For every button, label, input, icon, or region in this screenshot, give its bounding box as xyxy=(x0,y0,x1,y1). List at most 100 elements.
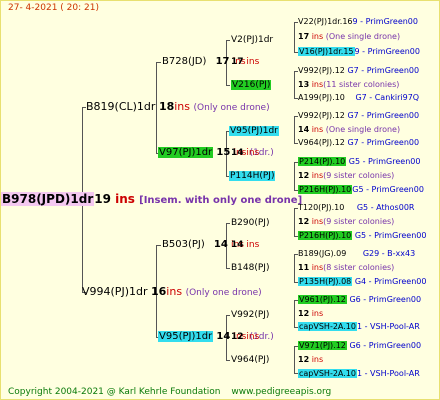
gen3-e-ins-count: 14 xyxy=(231,240,244,250)
gen4-row-7[interactable]: V992(PJ).12 G7 - PrimGreen00 xyxy=(298,110,419,122)
dam-name[interactable]: B819(CL)1dr xyxy=(86,100,155,113)
connector xyxy=(226,223,230,224)
gen4-row-15[interactable]: P216H(PJ).10 G5 - PrimGreen00 xyxy=(298,230,426,242)
footer-copyright: Copyright 2004-2021 @ Karl Kehrle Founda… xyxy=(8,387,221,397)
gen4-r21-info: 1 - VSH-Pool-AR xyxy=(356,322,420,331)
gen4-row-1[interactable]: V22(PJ)1dr.169 - PrimGreen00 xyxy=(298,16,418,28)
gen4-r4-info: G7 - PrimGreen00 xyxy=(347,66,420,75)
gen4-r6-info: G7 - Cankiri97Q xyxy=(355,93,420,102)
sire-name[interactable]: V994(PJ)1dr xyxy=(82,285,147,298)
gen4-row-16[interactable]: B189(JG).09 G29 - B-xx43 xyxy=(298,248,415,260)
gen4-row-6[interactable]: A199(PJ).10 G7 - Cankiri97Q xyxy=(298,92,419,104)
gen3-queen-h[interactable]: V964(PJ) xyxy=(231,354,269,366)
gen4-row-3[interactable]: V16(PJ)1dr.159 - PrimGreen00 xyxy=(298,46,420,58)
gen4-r11-count: 12 xyxy=(298,171,310,180)
gen3-queen-g[interactable]: V992(PJ) xyxy=(231,309,269,321)
footer-site-link[interactable]: www.pedigreeapis.org xyxy=(231,387,331,397)
gen4-row-23: 12 ins xyxy=(298,354,323,366)
connector xyxy=(156,245,161,246)
gen4-r1-info: 9 - PrimGreen00 xyxy=(352,17,418,26)
gen4-r16-info: G29 - B-xx43 xyxy=(362,249,416,258)
dam-ins-label: ins xyxy=(174,100,191,113)
gen3-queen-c[interactable]: V95(PJ)1dr xyxy=(229,125,279,137)
gen4-row-24[interactable]: capVSH-2A.101 - VSH-Pool-AR xyxy=(298,368,420,380)
connector xyxy=(226,268,230,269)
sire-queen[interactable]: V994(PJ)1dr 16ins (Only one drone) xyxy=(82,286,262,299)
sire-ins-label: ins xyxy=(166,285,183,298)
gen3-g-ins-count: 12 xyxy=(231,332,244,342)
gen4-r2-ins: ins xyxy=(311,32,324,41)
gen3-queen-b[interactable]: V216(PJ) xyxy=(231,79,272,91)
footer: Copyright 2004-2021 @ Karl Kehrle Founda… xyxy=(8,386,331,398)
date-header: 27- 4-2021 ( 20: 21) xyxy=(8,3,99,13)
gen4-r21-name[interactable]: capVSH-2A.10 xyxy=(298,322,357,331)
gen2-c-ins-count: 14 xyxy=(213,239,228,250)
gen4-row-12[interactable]: P216H(PJ).10G5 - PrimGreen00 xyxy=(298,184,424,196)
gen3-queen-f[interactable]: B148(PJ) xyxy=(231,262,269,274)
sire-ins-count: 16 xyxy=(150,285,167,298)
gen4-r24-name[interactable]: capVSH-2A.10 xyxy=(298,369,357,378)
gen4-row-14: 12 ins(9 sister colonies) xyxy=(298,216,394,228)
gen2-a-name[interactable]: B728(JD) xyxy=(162,56,206,67)
gen4-row-19[interactable]: V961(PJ).12 G6 - PrimGreen00 xyxy=(298,294,421,306)
gen4-r3-name[interactable]: V16(PJ)1dr.15 xyxy=(298,47,355,56)
gen4-r17-ins: ins xyxy=(311,263,324,272)
gen4-r16-name[interactable]: B189(JG).09 xyxy=(298,249,346,258)
gen4-row-5: 13 ins(11 sister colonies) xyxy=(298,79,399,91)
gen4-r5-ins: ins xyxy=(311,80,324,89)
subject-queen[interactable]: B978(JPD)1dr19 ins [Insem. with only one… xyxy=(1,192,302,208)
gen3-e-ins-label: ins xyxy=(246,240,260,250)
gen4-row-13[interactable]: T120(PJ).10 G5 - Athos00R xyxy=(298,202,414,214)
connector xyxy=(226,85,230,86)
gen2-b-name[interactable]: V97(PJ)1dr xyxy=(158,147,214,158)
gen3-queen-d[interactable]: P114H(PJ) xyxy=(229,170,276,182)
gen4-row-10[interactable]: P214(PJ).10 G5 - PrimGreen00 xyxy=(298,156,420,168)
gen4-row-21[interactable]: capVSH-2A.101 - VSH-Pool-AR xyxy=(298,321,420,333)
gen3-g-ins: 12 ins xyxy=(231,331,259,343)
gen4-r15-info: G5 - PrimGreen00 xyxy=(354,231,427,240)
gen3-g-name[interactable]: V992(PJ) xyxy=(231,310,269,320)
gen4-r22-name[interactable]: V971(PJ).12 xyxy=(298,341,347,350)
gen4-r4-name[interactable]: V992(PJ).12 xyxy=(298,66,345,75)
dam-queen[interactable]: B819(CL)1dr 18ins (Only one drone) xyxy=(86,101,270,114)
gen4-r13-name[interactable]: T120(PJ).10 xyxy=(298,203,344,212)
gen4-r11-note: (9 sister colonies) xyxy=(323,171,395,180)
subject-name[interactable]: B978(JPD)1dr xyxy=(1,192,95,206)
gen4-r8-count: 14 xyxy=(298,125,310,134)
gen4-r9-name[interactable]: V964(PJ).12 xyxy=(298,138,345,147)
gen4-r6-name[interactable]: A199(PJ).10 xyxy=(298,93,345,102)
gen3-d-name[interactable]: P114H(PJ) xyxy=(229,171,276,181)
gen3-a-ins-label: ins xyxy=(246,57,260,67)
gen3-queen-a[interactable]: V2(PJ)1dr xyxy=(231,34,273,46)
gen4-row-17: 11 ins(8 sister colonies) xyxy=(298,262,394,274)
gen4-r8-note: (One single drone) xyxy=(325,125,401,134)
gen4-r18-name[interactable]: P135H(PJ).08 xyxy=(298,277,353,286)
gen4-r10-name[interactable]: P214(PJ).10 xyxy=(298,157,347,166)
gen3-a-name[interactable]: V2(PJ)1dr xyxy=(231,35,273,45)
gen2-d-name[interactable]: V95(PJ)1dr xyxy=(158,331,214,342)
connector xyxy=(226,315,230,316)
gen4-r24-info: 1 - VSH-Pool-AR xyxy=(356,369,420,378)
gen3-e-name[interactable]: B290(PJ) xyxy=(231,218,269,228)
gen3-c-name[interactable]: V95(PJ)1dr xyxy=(229,126,279,136)
gen2-d-ins-count: 14 xyxy=(216,331,231,342)
gen4-r15-name[interactable]: P216H(PJ).10 xyxy=(298,231,353,240)
gen4-row-18[interactable]: P135H(PJ).08 G4 - PrimGreen00 xyxy=(298,276,426,288)
gen3-a-ins-count: 17 xyxy=(231,57,244,67)
gen3-h-name[interactable]: V964(PJ) xyxy=(231,355,269,365)
gen3-b-name[interactable]: V216(PJ) xyxy=(231,80,272,90)
gen4-row-9[interactable]: V964(PJ).12 G7 - PrimGreen00 xyxy=(298,137,419,149)
gen3-queen-e[interactable]: B290(PJ) xyxy=(231,217,269,229)
gen4-r12-name[interactable]: P216H(PJ).10 xyxy=(298,185,353,194)
dam-ins-count: 18 xyxy=(158,100,175,113)
gen4-r19-name[interactable]: V961(PJ).12 xyxy=(298,295,347,304)
gen4-r7-name[interactable]: V992(PJ).12 xyxy=(298,111,345,120)
gen4-r14-ins: ins xyxy=(311,217,324,226)
gen4-r9-info: G7 - PrimGreen00 xyxy=(347,138,420,147)
gen4-r20-ins: ins xyxy=(311,309,324,318)
gen4-row-22[interactable]: V971(PJ).12 G6 - PrimGreen00 xyxy=(298,340,421,352)
gen4-r1-name[interactable]: V22(PJ)1dr.16 xyxy=(298,17,353,26)
gen3-f-name[interactable]: B148(PJ) xyxy=(231,263,269,273)
gen2-c-name[interactable]: B503(PJ) xyxy=(162,239,205,250)
gen4-row-4[interactable]: V992(PJ).12 G7 - PrimGreen00 xyxy=(298,65,419,77)
